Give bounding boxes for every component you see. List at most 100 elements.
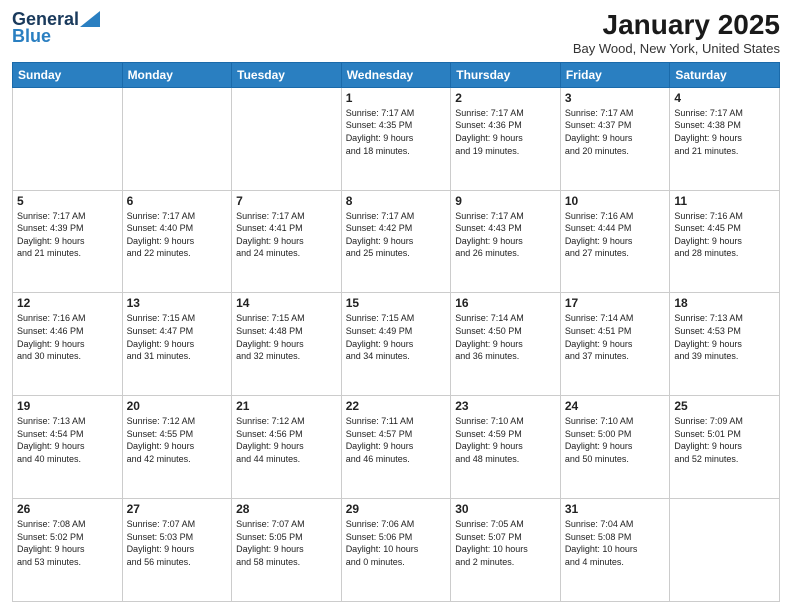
day-info: Sunrise: 7:10 AM Sunset: 5:00 PM Dayligh…	[565, 415, 666, 465]
table-row: 17 Sunrise: 7:14 AM Sunset: 4:51 PM Dayli…	[560, 293, 670, 396]
day-info: Sunrise: 7:14 AM Sunset: 4:51 PM Dayligh…	[565, 312, 666, 362]
table-row	[122, 87, 232, 190]
header: General Blue January 2025 Bay Wood, New …	[12, 10, 780, 56]
table-row: 14Sunrise: 7:15 AM Sunset: 4:48 PM Dayli…	[232, 293, 342, 396]
table-row: 31Sunrise: 7:04 AM Sunset: 5:08 PM Dayli…	[560, 499, 670, 602]
day-number: 22	[346, 399, 447, 413]
day-number: 15	[346, 296, 447, 310]
table-row: 29 Sunrise: 7:06 AM Sunset: 5:06 PM Dayli…	[341, 499, 451, 602]
day-number: 8	[346, 194, 447, 208]
col-tuesday: Tuesday	[232, 62, 342, 87]
day-info: Sunrise: 7:07 AM Sunset: 5:05 PM Dayligh…	[236, 518, 337, 568]
calendar-week-row: 5 Sunrise: 7:17 AM Sunset: 4:39 PM Daylig…	[13, 190, 780, 293]
logo: General Blue	[12, 10, 101, 47]
table-row: 24 Sunrise: 7:10 AM Sunset: 5:00 PM Dayli…	[560, 396, 670, 499]
day-info: Sunrise: 7:07 AM Sunset: 5:03 PM Dayligh…	[127, 518, 228, 568]
day-number: 11	[674, 194, 775, 208]
col-sunday: Sunday	[13, 62, 123, 87]
day-number: 6	[127, 194, 228, 208]
day-info: Sunrise: 7:17 AM Sunset: 4:39 PM Dayligh…	[17, 210, 118, 260]
calendar-week-row: 19Sunrise: 7:13 AM Sunset: 4:54 PM Dayli…	[13, 396, 780, 499]
day-info: Sunrise: 7:17 AM Sunset: 4:36 PM Dayligh…	[455, 107, 556, 157]
day-number: 16	[455, 296, 556, 310]
table-row: 26 Sunrise: 7:08 AM Sunset: 5:02 PM Dayli…	[13, 499, 123, 602]
day-number: 24	[565, 399, 666, 413]
col-wednesday: Wednesday	[341, 62, 451, 87]
table-row: 7 Sunrise: 7:17 AM Sunset: 4:41 PM Daylig…	[232, 190, 342, 293]
calendar-table: Sunday Monday Tuesday Wednesday Thursday…	[12, 62, 780, 602]
day-number: 17	[565, 296, 666, 310]
day-number: 13	[127, 296, 228, 310]
day-info: Sunrise: 7:09 AM Sunset: 5:01 PM Dayligh…	[674, 415, 775, 465]
day-number: 3	[565, 91, 666, 105]
table-row: 10 Sunrise: 7:16 AM Sunset: 4:44 PM Dayli…	[560, 190, 670, 293]
table-row: 6Sunrise: 7:17 AM Sunset: 4:40 PM Daylig…	[122, 190, 232, 293]
day-number: 25	[674, 399, 775, 413]
table-row: 2 Sunrise: 7:17 AM Sunset: 4:36 PM Daylig…	[451, 87, 561, 190]
day-info: Sunrise: 7:12 AM Sunset: 4:55 PM Dayligh…	[127, 415, 228, 465]
month-title: January 2025	[573, 10, 780, 41]
day-number: 26	[17, 502, 118, 516]
day-number: 1	[346, 91, 447, 105]
table-row: 28 Sunrise: 7:07 AM Sunset: 5:05 PM Dayli…	[232, 499, 342, 602]
table-row: 30Sunrise: 7:05 AM Sunset: 5:07 PM Dayli…	[451, 499, 561, 602]
day-info: Sunrise: 7:08 AM Sunset: 5:02 PM Dayligh…	[17, 518, 118, 568]
day-info: Sunrise: 7:13 AM Sunset: 4:53 PM Dayligh…	[674, 312, 775, 362]
day-number: 29	[346, 502, 447, 516]
table-row: 9Sunrise: 7:17 AM Sunset: 4:43 PM Daylig…	[451, 190, 561, 293]
day-info: Sunrise: 7:17 AM Sunset: 4:43 PM Dayligh…	[455, 210, 556, 260]
day-info: Sunrise: 7:16 AM Sunset: 4:44 PM Dayligh…	[565, 210, 666, 260]
table-row: 18 Sunrise: 7:13 AM Sunset: 4:53 PM Dayli…	[670, 293, 780, 396]
day-info: Sunrise: 7:15 AM Sunset: 4:47 PM Dayligh…	[127, 312, 228, 362]
calendar-week-row: 12 Sunrise: 7:16 AM Sunset: 4:46 PM Dayli…	[13, 293, 780, 396]
page: General Blue January 2025 Bay Wood, New …	[0, 0, 792, 612]
logo-blue-text: Blue	[12, 26, 51, 46]
day-info: Sunrise: 7:15 AM Sunset: 4:48 PM Dayligh…	[236, 312, 337, 362]
day-info: Sunrise: 7:14 AM Sunset: 4:50 PM Dayligh…	[455, 312, 556, 362]
day-number: 31	[565, 502, 666, 516]
table-row: 11 Sunrise: 7:16 AM Sunset: 4:45 PM Dayli…	[670, 190, 780, 293]
day-number: 5	[17, 194, 118, 208]
day-info: Sunrise: 7:17 AM Sunset: 4:38 PM Dayligh…	[674, 107, 775, 157]
table-row: 25 Sunrise: 7:09 AM Sunset: 5:01 PM Dayli…	[670, 396, 780, 499]
day-number: 12	[17, 296, 118, 310]
day-info: Sunrise: 7:15 AM Sunset: 4:49 PM Dayligh…	[346, 312, 447, 362]
calendar-week-row: 1Sunrise: 7:17 AM Sunset: 4:35 PM Daylig…	[13, 87, 780, 190]
col-thursday: Thursday	[451, 62, 561, 87]
day-info: Sunrise: 7:05 AM Sunset: 5:07 PM Dayligh…	[455, 518, 556, 568]
table-row: 15 Sunrise: 7:15 AM Sunset: 4:49 PM Dayli…	[341, 293, 451, 396]
day-number: 20	[127, 399, 228, 413]
day-number: 21	[236, 399, 337, 413]
col-saturday: Saturday	[670, 62, 780, 87]
day-number: 28	[236, 502, 337, 516]
table-row	[670, 499, 780, 602]
header-right: January 2025 Bay Wood, New York, United …	[573, 10, 780, 56]
day-info: Sunrise: 7:16 AM Sunset: 4:45 PM Dayligh…	[674, 210, 775, 260]
day-number: 2	[455, 91, 556, 105]
day-info: Sunrise: 7:11 AM Sunset: 4:57 PM Dayligh…	[346, 415, 447, 465]
day-info: Sunrise: 7:06 AM Sunset: 5:06 PM Dayligh…	[346, 518, 447, 568]
table-row: 13 Sunrise: 7:15 AM Sunset: 4:47 PM Dayli…	[122, 293, 232, 396]
col-friday: Friday	[560, 62, 670, 87]
day-number: 23	[455, 399, 556, 413]
table-row: 12 Sunrise: 7:16 AM Sunset: 4:46 PM Dayli…	[13, 293, 123, 396]
day-info: Sunrise: 7:16 AM Sunset: 4:46 PM Dayligh…	[17, 312, 118, 362]
table-row: 16 Sunrise: 7:14 AM Sunset: 4:50 PM Dayli…	[451, 293, 561, 396]
day-number: 18	[674, 296, 775, 310]
table-row: 1Sunrise: 7:17 AM Sunset: 4:35 PM Daylig…	[341, 87, 451, 190]
day-info: Sunrise: 7:12 AM Sunset: 4:56 PM Dayligh…	[236, 415, 337, 465]
day-number: 19	[17, 399, 118, 413]
table-row: 19Sunrise: 7:13 AM Sunset: 4:54 PM Dayli…	[13, 396, 123, 499]
day-info: Sunrise: 7:17 AM Sunset: 4:41 PM Dayligh…	[236, 210, 337, 260]
day-number: 4	[674, 91, 775, 105]
day-number: 27	[127, 502, 228, 516]
day-info: Sunrise: 7:17 AM Sunset: 4:42 PM Dayligh…	[346, 210, 447, 260]
day-number: 10	[565, 194, 666, 208]
table-row: 21 Sunrise: 7:12 AM Sunset: 4:56 PM Dayli…	[232, 396, 342, 499]
table-row: 22 Sunrise: 7:11 AM Sunset: 4:57 PM Dayli…	[341, 396, 451, 499]
calendar-week-row: 26 Sunrise: 7:08 AM Sunset: 5:02 PM Dayli…	[13, 499, 780, 602]
table-row: 23Sunrise: 7:10 AM Sunset: 4:59 PM Dayli…	[451, 396, 561, 499]
day-number: 7	[236, 194, 337, 208]
table-row: 27 Sunrise: 7:07 AM Sunset: 5:03 PM Dayli…	[122, 499, 232, 602]
table-row: 3Sunrise: 7:17 AM Sunset: 4:37 PM Daylig…	[560, 87, 670, 190]
